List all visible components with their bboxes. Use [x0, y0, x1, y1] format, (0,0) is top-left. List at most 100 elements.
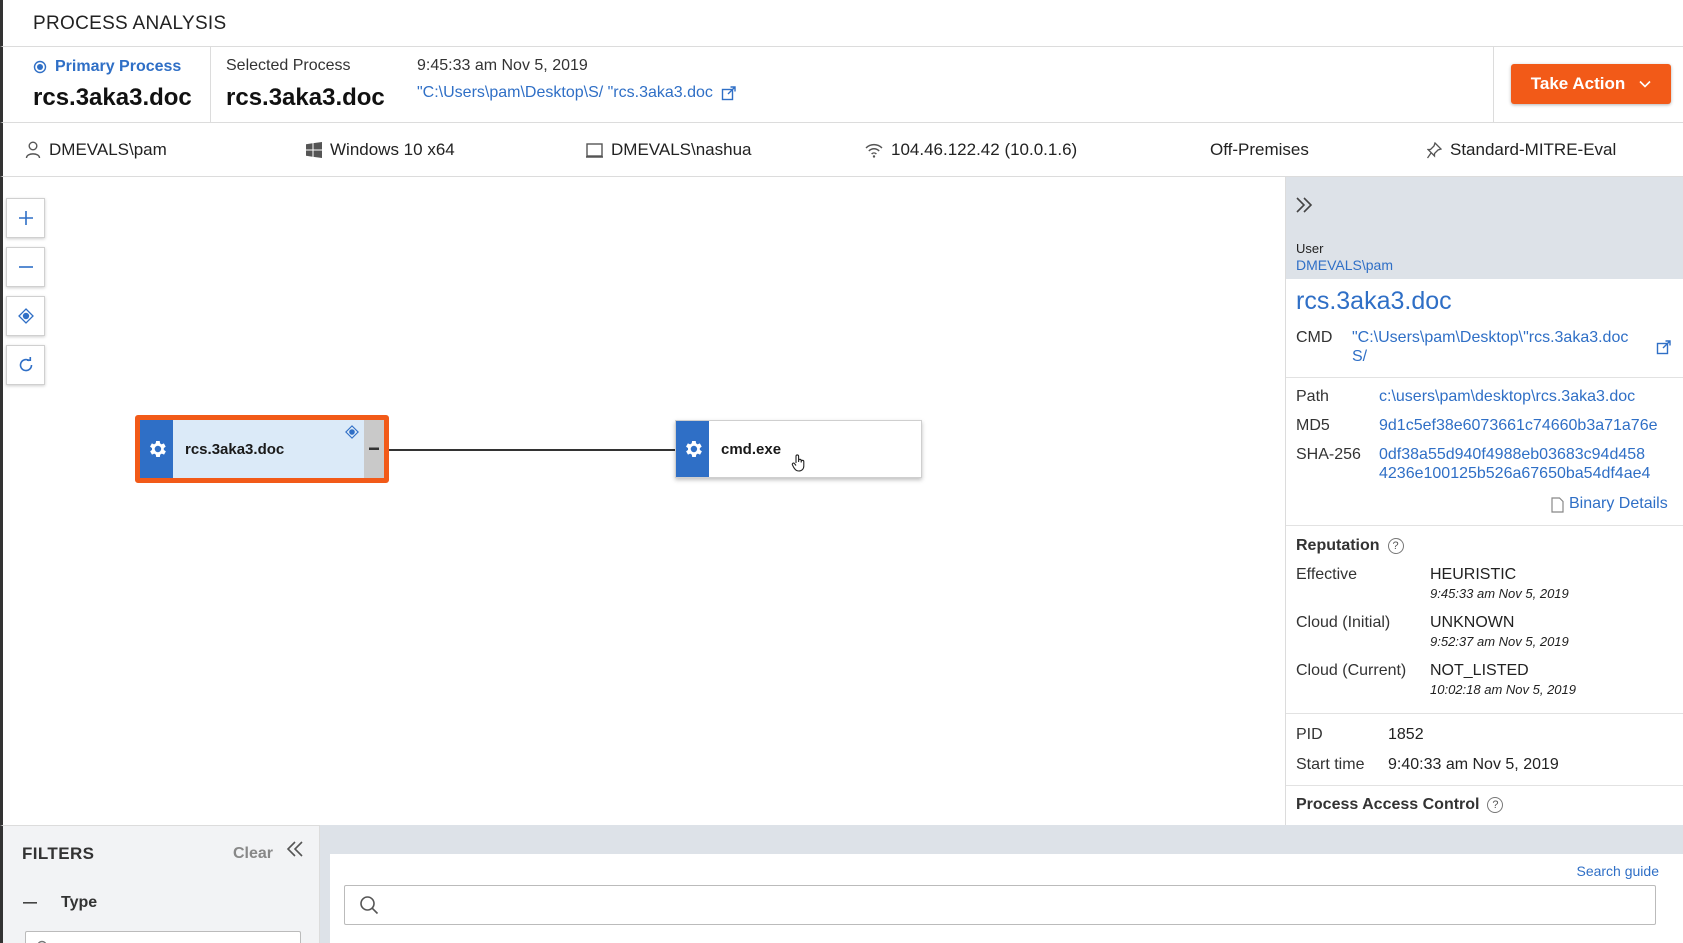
graph-node-primary-body[interactable]: rcs.3aka3.doc	[173, 420, 364, 478]
reputation-time: 9:45:33 am Nov 5, 2019	[1430, 586, 1569, 601]
process-header: Primary Process rcs.3aka3.doc Selected P…	[0, 47, 1683, 123]
reputation-value: NOT_LISTED	[1430, 662, 1529, 679]
info-device-text: DMEVALS\nashua	[611, 140, 752, 159]
md5-value[interactable]: 9d1c5ef38e6073661c74660b3a71a76e	[1379, 417, 1658, 435]
reputation-title-text: Reputation	[1296, 537, 1380, 554]
collapse-node-button[interactable]	[364, 420, 384, 478]
divider	[1286, 377, 1683, 378]
pid-row: PID 1852	[1296, 726, 1681, 748]
sha256-label: SHA-256	[1296, 446, 1361, 463]
sha256-row: SHA-256 0df38a55d940f4988eb03683c94d458 …	[1296, 446, 1681, 486]
target-icon	[33, 60, 47, 74]
md5-label: MD5	[1296, 417, 1330, 434]
info-os-text: Windows 10 x64	[330, 140, 455, 159]
path-label: Path	[1296, 388, 1329, 405]
md5-row: MD5 9d1c5ef38e6073661c74660b3a71a76e	[1296, 417, 1681, 439]
take-action-button[interactable]: Take Action	[1511, 64, 1671, 104]
top-bar: PROCESS ANALYSIS	[0, 0, 1683, 47]
external-link-icon[interactable]	[721, 85, 737, 101]
panel-user-label: User	[1296, 241, 1324, 256]
target-icon	[17, 308, 34, 324]
selected-process-name: rcs.3aka3.doc	[226, 84, 385, 111]
path-value[interactable]: c:\users\pam\desktop\rcs.3aka3.doc	[1379, 388, 1635, 406]
action-area: Take Action	[1493, 47, 1683, 123]
document-icon	[1551, 497, 1564, 513]
panel-process-name: rcs.3aka3.doc	[1296, 287, 1452, 315]
selected-process-label: Selected Process	[226, 57, 351, 74]
pin-icon	[1427, 141, 1442, 158]
info-ip-text: 104.46.122.42 (10.0.1.6)	[891, 140, 1078, 159]
search-icon	[360, 896, 379, 915]
primary-process-label-text: Primary Process	[55, 58, 182, 75]
center-primary-button[interactable]	[6, 296, 45, 336]
cmd-value-line1[interactable]: "C:\Users\pam\Desktop\"rcs.3aka3.doc	[1352, 329, 1628, 347]
process-access-control-title: Process Access Control ?	[1296, 796, 1504, 814]
zoom-in-button[interactable]	[6, 198, 45, 238]
filter-search-input[interactable]	[25, 931, 301, 943]
reputation-label: Cloud (Current)	[1296, 662, 1407, 679]
hand-cursor-icon	[791, 454, 805, 472]
search-area: Search guide	[320, 825, 1683, 943]
filter-type-toggle[interactable]: Type	[23, 894, 97, 912]
panel-user-link[interactable]: DMEVALS\pam	[1296, 257, 1393, 273]
info-os: Windows 10 x64	[306, 140, 455, 160]
reputation-time: 10:02:18 am Nov 5, 2019	[1430, 682, 1576, 697]
plus-icon	[18, 211, 33, 225]
primary-process-block[interactable]: Primary Process rcs.3aka3.doc	[3, 47, 211, 123]
chevron-down-icon	[1639, 80, 1651, 88]
reputation-value: UNKNOWN	[1430, 614, 1515, 631]
primary-process-name: rcs.3aka3.doc	[33, 84, 192, 111]
graph-node-child[interactable]: cmd.exe	[675, 420, 922, 478]
info-ip: 104.46.122.42 (10.0.1.6)	[865, 140, 1077, 160]
process-graph-canvas[interactable]: rcs.3aka3.doc cmd.exe	[0, 177, 1285, 825]
filters-panel: FILTERS Clear Type	[0, 825, 320, 943]
minus-icon	[18, 266, 33, 268]
start-time-row: Start time 9:40:33 am Nov 5, 2019	[1296, 756, 1681, 778]
binary-details-label[interactable]: Binary Details	[1569, 495, 1668, 513]
selected-process-time: 9:45:33 am Nov 5, 2019	[417, 57, 588, 74]
path-row: Path c:\users\pam\desktop\rcs.3aka3.doc	[1296, 388, 1681, 410]
graph-node-primary[interactable]: rcs.3aka3.doc	[135, 415, 389, 483]
selected-process-path[interactable]: "C:\Users\pam\Desktop\S/ "rcs.3aka3.doc	[417, 84, 713, 102]
cmd-value-line2[interactable]: S/	[1352, 348, 1367, 366]
minus-icon	[23, 902, 37, 904]
panel-header	[1286, 177, 1683, 235]
info-user: DMEVALS\pam	[25, 140, 167, 160]
graph-node-label: rcs.3aka3.doc	[185, 440, 285, 458]
sha256-value-line1[interactable]: 0df38a55d940f4988eb03683c94d458	[1379, 446, 1645, 464]
reputation-time: 9:52:37 am Nov 5, 2019	[1430, 634, 1569, 649]
filter-type-label: Type	[61, 894, 98, 911]
primary-process-label: Primary Process	[33, 58, 181, 76]
binary-details-link[interactable]: Binary Details	[1551, 495, 1681, 517]
search-guide-link[interactable]: Search guide	[1576, 863, 1659, 879]
help-icon[interactable]: ?	[1487, 797, 1504, 813]
process-access-control-text: Process Access Control	[1296, 796, 1480, 813]
divider	[1286, 785, 1683, 786]
info-location-text: Off-Premises	[1210, 140, 1309, 159]
graph-node-label: cmd.exe	[721, 440, 782, 458]
start-time-label: Start time	[1296, 756, 1365, 773]
wifi-icon	[865, 143, 883, 158]
page-title: PROCESS ANALYSIS	[33, 13, 227, 34]
graph-edge	[388, 449, 678, 451]
pid-value: 1852	[1388, 726, 1424, 743]
external-link-icon[interactable]	[1656, 339, 1672, 355]
reset-view-button[interactable]	[6, 345, 45, 385]
selected-process-path-link[interactable]: "C:\Users\pam\Desktop\S/ "rcs.3aka3.doc	[417, 84, 737, 102]
device-info-bar: DMEVALS\pam Windows 10 x64 DMEVALS\nashu…	[0, 123, 1683, 177]
filters-collapse-button[interactable]	[286, 840, 304, 864]
reputation-row-cloud-current: Cloud (Current) NOT_LISTED 10:02:18 am N…	[1296, 662, 1681, 702]
gear-icon	[149, 441, 166, 457]
help-icon[interactable]: ?	[1387, 538, 1404, 554]
zoom-out-button[interactable]	[6, 247, 45, 287]
windows-icon	[306, 142, 322, 158]
sha256-value-line2[interactable]: 4236e100125b526a67650ba54df4ae4	[1379, 465, 1650, 483]
user-icon	[25, 141, 41, 159]
filters-clear-button[interactable]: Clear	[233, 845, 273, 863]
double-chevron-right-icon[interactable]	[1294, 195, 1314, 215]
gear-icon-wrap	[140, 420, 173, 478]
info-user-text: DMEVALS\pam	[49, 140, 167, 159]
search-input[interactable]	[344, 885, 1656, 925]
take-action-label: Take Action	[1530, 74, 1626, 93]
minus-icon	[369, 447, 379, 450]
